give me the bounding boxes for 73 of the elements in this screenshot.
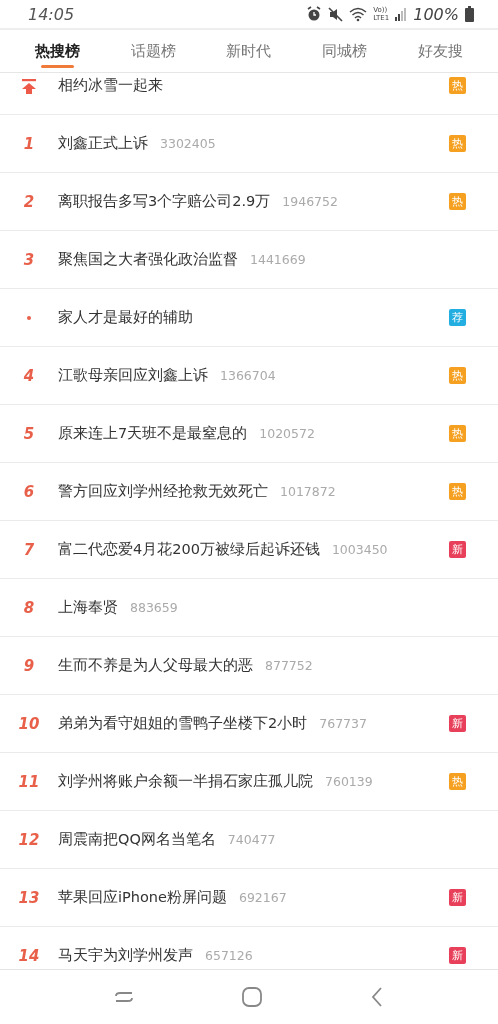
- topic-title[interactable]: 江歌母亲回应刘鑫上诉: [58, 366, 208, 385]
- topic-title[interactable]: 生而不养是为人父母最大的恶: [58, 656, 253, 675]
- search-count: 1017872: [280, 484, 336, 499]
- rank-number: 10: [18, 714, 40, 733]
- topic-tag: 热: [449, 367, 466, 384]
- recent-apps-icon: [113, 990, 134, 1004]
- rank-number: 14: [18, 946, 40, 965]
- tab[interactable]: 新时代: [218, 30, 280, 72]
- back-icon: [370, 986, 385, 1008]
- rank-number: 11: [18, 772, 40, 791]
- search-count: 657126: [205, 948, 253, 963]
- topic-tag: 新: [449, 947, 466, 964]
- home-icon: [241, 986, 263, 1008]
- bullet-icon: [27, 315, 31, 320]
- topic-tag: 热: [449, 135, 466, 152]
- topic-tag: 热: [449, 773, 466, 790]
- search-count: 1020572: [259, 426, 315, 441]
- search-count: 1946752: [282, 194, 338, 209]
- tab[interactable]: 话题榜: [122, 30, 184, 72]
- status-time: 14:05: [28, 4, 75, 24]
- tab[interactable]: 好友搜: [409, 30, 471, 72]
- search-count: 1441669: [250, 252, 306, 267]
- search-count: 760139: [325, 774, 373, 789]
- search-count: 877752: [265, 658, 313, 673]
- search-count: 740477: [227, 832, 276, 847]
- signal-icon: [395, 7, 408, 21]
- topic-title[interactable]: 上海奉贤: [58, 598, 118, 617]
- topic-tag: 新: [449, 715, 466, 732]
- search-count: 692167: [238, 890, 287, 905]
- search-count: 767737: [319, 716, 367, 731]
- rank-number: 1: [23, 134, 35, 153]
- topic-title[interactable]: 弟弟为看守姐姐的雪鸭子坐楼下2小时: [58, 714, 308, 733]
- topic-title[interactable]: 原来连上7天班不是最窒息的: [58, 424, 248, 443]
- topic-title[interactable]: 相约冰雪一起来: [58, 76, 163, 95]
- rank-number: 6: [23, 482, 35, 501]
- rank-number: 12: [18, 830, 40, 849]
- battery-icon: [465, 6, 474, 22]
- topic-title[interactable]: 马天宇为刘学州发声: [58, 946, 193, 965]
- topic-title[interactable]: 周震南把QQ网名当笔名: [58, 830, 216, 849]
- rank-number: 9: [23, 656, 35, 675]
- topic-tag: 荐: [449, 309, 466, 326]
- topic-tag: 热: [449, 193, 466, 210]
- topic-tag: 新: [449, 889, 466, 906]
- topic-title[interactable]: 离职报告多写3个字赔公司2.9万: [58, 192, 271, 211]
- topic-title[interactable]: 刘鑫正式上诉: [58, 134, 148, 153]
- topic-tag: 热: [449, 425, 466, 442]
- rank-number: 2: [23, 192, 35, 211]
- topic-title[interactable]: 家人才是最好的辅助: [58, 308, 193, 327]
- topic-title[interactable]: 聚焦国之大者强化政治监督: [58, 250, 238, 269]
- search-count: 883659: [130, 600, 178, 615]
- search-count: 3302405: [160, 136, 216, 151]
- topic-title[interactable]: 警方回应刘学州经抢救无效死亡: [58, 482, 268, 501]
- rank-number: 8: [23, 598, 35, 617]
- wifi-icon: [349, 6, 368, 22]
- search-count: 1003450: [331, 542, 388, 557]
- topic-tag: 热: [449, 77, 466, 94]
- alarm-icon: [306, 6, 323, 22]
- rank-number: 7: [23, 540, 35, 559]
- rank-number: 3: [23, 250, 35, 269]
- rank-number: 13: [18, 888, 40, 907]
- rank-number: 4: [23, 366, 35, 385]
- topic-tag: 新: [449, 541, 466, 558]
- topic-title[interactable]: 刘学州将账户余额一半捐石家庄孤儿院: [58, 772, 313, 791]
- topic-title[interactable]: 苹果回应iPhone粉屏问题: [58, 888, 227, 907]
- tab[interactable]: 热搜榜: [27, 30, 89, 72]
- search-count: 1366704: [220, 368, 276, 383]
- rank-number: 5: [23, 424, 35, 443]
- battery-percent: 100%: [413, 4, 459, 24]
- tab[interactable]: 同城榜: [314, 30, 376, 72]
- topic-title[interactable]: 富二代恋爱4月花200万被绿后起诉还钱: [58, 540, 320, 559]
- mute-icon: [328, 6, 344, 22]
- pin-top-icon: [21, 77, 37, 94]
- topic-tag: 热: [449, 483, 466, 500]
